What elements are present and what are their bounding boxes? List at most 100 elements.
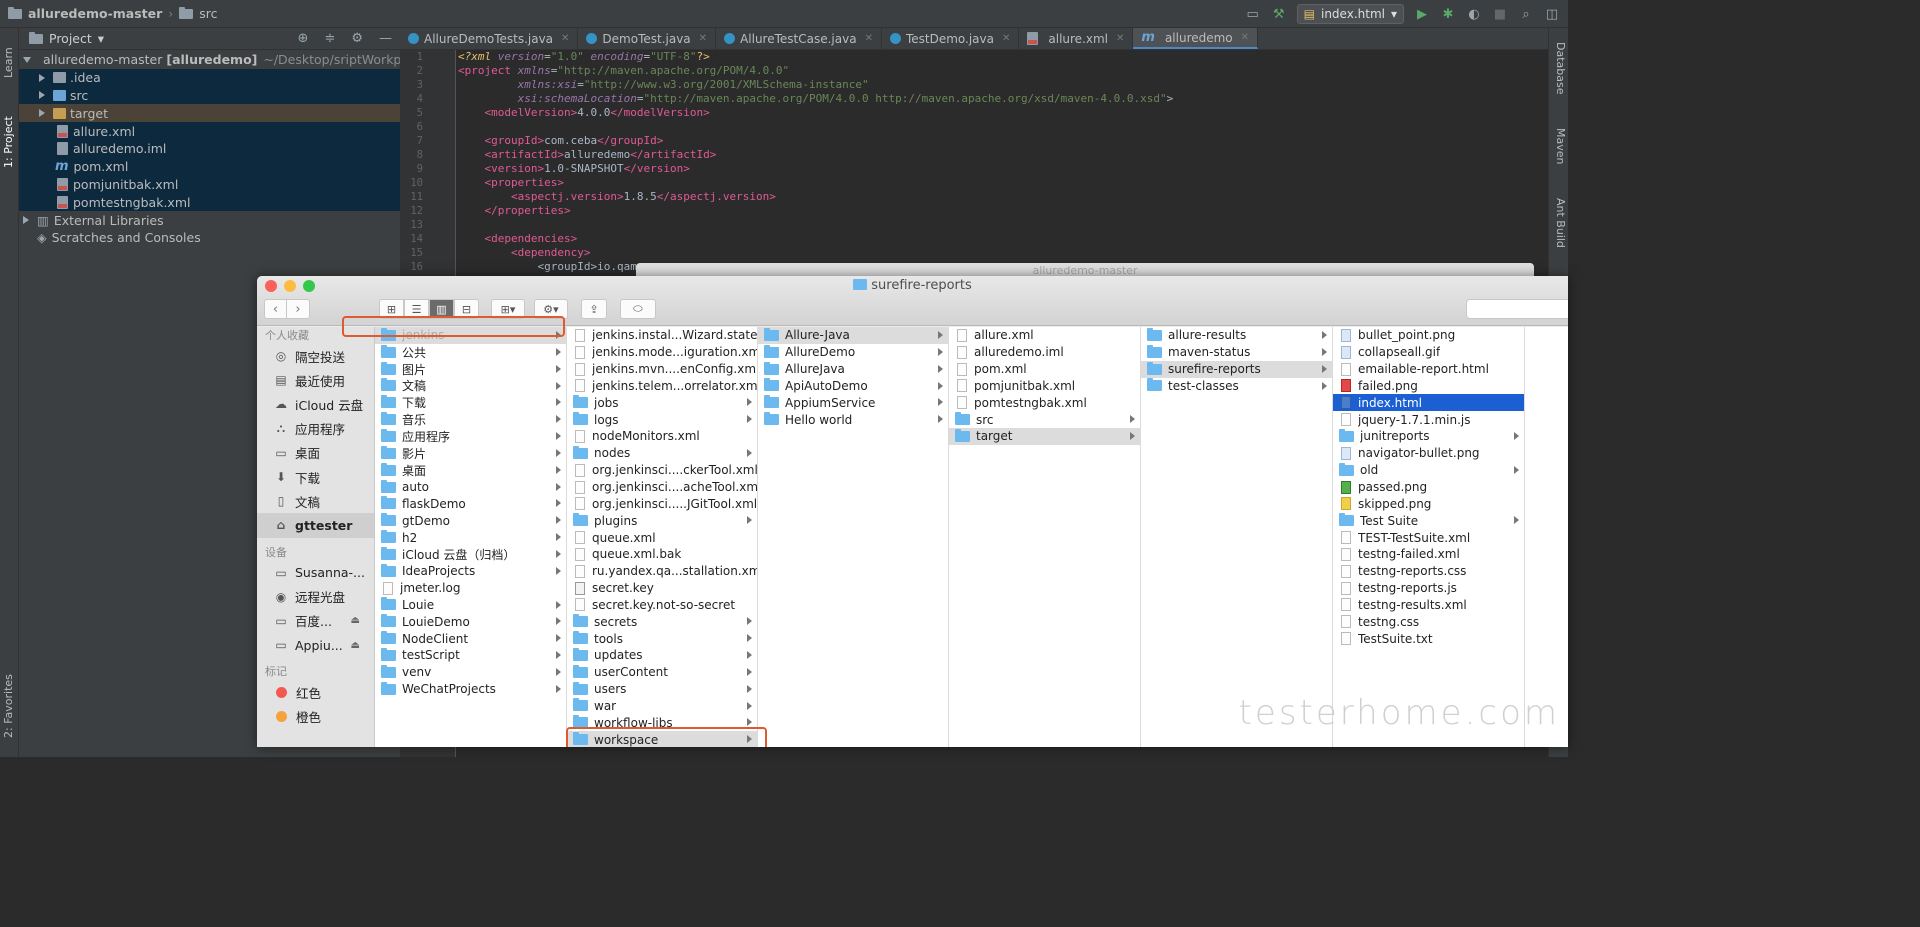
folder-row[interactable]: updates: [567, 647, 757, 664]
file-row[interactable]: jenkins.instal...Wizard.state: [567, 327, 757, 344]
tab-allure-xml[interactable]: allure.xml ✕: [1019, 28, 1134, 49]
file-row[interactable]: testng-failed.xml: [1333, 546, 1524, 563]
folder-row[interactable]: 应用程序: [375, 428, 566, 445]
folder-row[interactable]: allure-results: [1141, 327, 1332, 344]
folder-row[interactable]: 音乐: [375, 411, 566, 428]
tag-button[interactable]: ⬭: [620, 299, 656, 319]
file-row[interactable]: jmeter.log: [375, 580, 566, 597]
folder-row[interactable]: ApiAutoDemo: [758, 378, 948, 395]
file-row[interactable]: collapseall.gif: [1333, 344, 1524, 361]
folder-row[interactable]: iCloud 云盘（归档）: [375, 546, 566, 563]
file-row[interactable]: index.html: [1333, 394, 1524, 412]
folder-row[interactable]: AllureJava: [758, 361, 948, 378]
folder-row[interactable]: 图片: [375, 361, 566, 378]
code-area[interactable]: <?xml version="1.0" encoding="UTF-8"?> <…: [458, 50, 1173, 274]
folder-row[interactable]: venv: [375, 664, 566, 681]
file-row[interactable]: secret.key: [567, 580, 757, 597]
share-button[interactable]: ⇪: [581, 299, 607, 319]
file-row[interactable]: testng-reports.css: [1333, 563, 1524, 580]
folder-row[interactable]: surefire-reports: [1141, 360, 1332, 378]
folder-row[interactable]: Hello world: [758, 411, 948, 428]
vcs-icon[interactable]: ◫: [1544, 6, 1560, 22]
folder-row[interactable]: auto: [375, 479, 566, 496]
tree-item-external-libraries[interactable]: ▥ External Libraries: [19, 211, 400, 229]
close-icon[interactable]: ✕: [1116, 33, 1124, 44]
gear-icon[interactable]: ⚙: [351, 31, 363, 46]
folder-row[interactable]: 桌面: [375, 462, 566, 479]
tab-alluredemotests[interactable]: AllureDemoTests.java ✕: [400, 28, 579, 49]
sidebar-tag[interactable]: 橙色: [257, 704, 374, 728]
folder-row[interactable]: LouieDemo: [375, 613, 566, 630]
ant-build-tool-tab[interactable]: Ant Build: [1554, 198, 1567, 248]
file-row[interactable]: nodeMonitors.xml: [567, 428, 757, 445]
folder-row[interactable]: test-classes: [1141, 378, 1332, 395]
file-row[interactable]: testng.css: [1333, 613, 1524, 630]
close-icon[interactable]: ✕: [865, 33, 873, 44]
file-row[interactable]: testng-results.xml: [1333, 597, 1524, 614]
folder-row[interactable]: src: [949, 411, 1140, 428]
coverage-icon[interactable]: ◐: [1466, 6, 1482, 22]
sidebar-item[interactable]: ◉ 远程光盘: [257, 585, 374, 609]
favorites-tool-tab[interactable]: 2: Favorites: [2, 674, 15, 738]
folder-row[interactable]: 影片: [375, 445, 566, 462]
tab-alluredemo[interactable]: m alluredemo ✕: [1133, 28, 1259, 49]
file-row[interactable]: TestSuite.txt: [1333, 630, 1524, 647]
folder-row[interactable]: WeChatProjects: [375, 681, 566, 698]
folder-row[interactable]: junitreports: [1333, 428, 1524, 445]
file-row[interactable]: navigator-bullet.png: [1333, 445, 1524, 462]
sidebar-item[interactable]: ☁ iCloud 云盘: [257, 392, 374, 416]
folder-row[interactable]: logs: [567, 411, 757, 428]
folder-row[interactable]: target: [949, 428, 1140, 445]
file-row[interactable]: jenkins.telem...orrelator.xml: [567, 378, 757, 395]
build-hammer-icon[interactable]: ⚒: [1271, 6, 1287, 22]
search-icon[interactable]: ⌕: [1518, 6, 1534, 22]
breadcrumb-folder[interactable]: src: [199, 6, 217, 21]
project-panel-title[interactable]: Project: [49, 31, 92, 46]
file-row[interactable]: skipped.png: [1333, 495, 1524, 512]
folder-row[interactable]: nodes: [567, 445, 757, 462]
folder-row[interactable]: Allure-Java: [758, 327, 948, 344]
file-row[interactable]: bullet_point.png: [1333, 327, 1524, 344]
run-icon[interactable]: ▶: [1414, 6, 1430, 22]
breadcrumb-project[interactable]: alluredemo-master: [28, 6, 162, 21]
file-row[interactable]: allure.xml: [949, 327, 1140, 344]
tree-root[interactable]: alluredemo-master [alluredemo] ~/Desktop…: [19, 51, 424, 69]
folder-row[interactable]: users: [567, 681, 757, 698]
learn-tool-tab[interactable]: Learn: [2, 47, 15, 78]
sidebar-tag[interactable]: 红色: [257, 680, 374, 704]
close-icon[interactable]: ✕: [1241, 32, 1249, 43]
folder-row[interactable]: AppiumService: [758, 394, 948, 411]
tab-testdemo[interactable]: TestDemo.java ✕: [882, 28, 1020, 49]
tab-allurecase[interactable]: AllureTestCase.java ✕: [716, 28, 882, 49]
sidebar-item[interactable]: ▭ 桌面: [257, 441, 374, 465]
eject-icon[interactable]: ⏏: [351, 615, 360, 626]
file-row[interactable]: pomtestngbak.xml: [949, 394, 1140, 411]
sidebar-item[interactable]: ⌂ gttester: [257, 513, 374, 538]
folder-row[interactable]: NodeClient: [375, 630, 566, 647]
file-row[interactable]: secret.key.not-so-secret: [567, 597, 757, 614]
tab-demotest[interactable]: DemoTest.java ✕: [578, 28, 717, 49]
sidebar-item[interactable]: ⬇ 下载: [257, 465, 374, 489]
collapse-icon[interactable]: ≑: [324, 31, 335, 46]
tree-item-pomtestngbak[interactable]: pomtestngbak.xml: [19, 193, 400, 212]
hide-icon[interactable]: —: [379, 31, 392, 46]
expand-arrow-icon[interactable]: [23, 56, 31, 63]
database-tool-tab[interactable]: Database: [1554, 42, 1567, 95]
expand-arrow-icon[interactable]: [23, 216, 29, 225]
chevron-down-icon[interactable]: ▾: [98, 31, 104, 46]
folder-row[interactable]: userContent: [567, 664, 757, 681]
file-row[interactable]: queue.xml: [567, 529, 757, 546]
folder-row[interactable]: plugins: [567, 512, 757, 529]
folder-row[interactable]: IdeaProjects: [375, 563, 566, 580]
locate-icon[interactable]: ⊕: [298, 31, 309, 46]
tree-item-scratches[interactable]: ◈ Scratches and Consoles: [19, 229, 400, 247]
close-icon[interactable]: ✕: [561, 33, 569, 44]
eject-icon[interactable]: ⏏: [351, 640, 360, 651]
file-row[interactable]: queue.xml.bak: [567, 546, 757, 563]
sidebar-item[interactable]: ◎ 隔空投送: [257, 344, 374, 368]
folder-row[interactable]: gtDemo: [375, 512, 566, 529]
back-button[interactable]: ‹: [264, 299, 287, 319]
file-row[interactable]: jenkins.mode...iguration.xml: [567, 344, 757, 361]
folder-row[interactable]: flaskDemo: [375, 495, 566, 512]
file-row[interactable]: testng-reports.js: [1333, 580, 1524, 597]
